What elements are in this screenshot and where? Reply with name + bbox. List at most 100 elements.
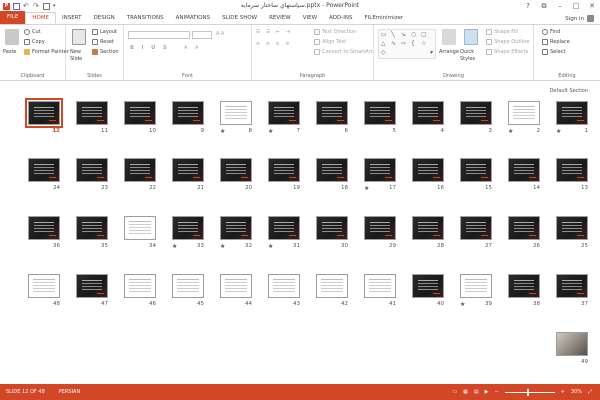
slide-preview[interactable] xyxy=(556,158,588,182)
zoom-out-icon[interactable]: − xyxy=(494,389,498,395)
slide-preview[interactable] xyxy=(508,101,540,125)
tab-view[interactable]: VIEW xyxy=(297,13,323,24)
tab-home[interactable]: HOME xyxy=(25,12,57,24)
align-buttons[interactable]: ≡ ≡ ≡ ≡ xyxy=(256,41,292,47)
slide-thumbnail[interactable]: 5 xyxy=(364,101,396,134)
text-direction-button[interactable]: Text Direction xyxy=(314,29,356,35)
zoom-in-icon[interactable]: + xyxy=(561,389,565,395)
find-button[interactable]: Find xyxy=(542,29,560,35)
slide-thumbnail[interactable]: 6 xyxy=(316,101,348,134)
slide-preview[interactable] xyxy=(508,158,540,182)
slide-thumbnail[interactable]: ★ 33 xyxy=(172,216,204,250)
tab-insert[interactable]: INSERT xyxy=(56,13,87,24)
freeform-shape-icon[interactable]: ∿ xyxy=(391,40,396,47)
ribbon-display-button[interactable]: ⧉ xyxy=(536,0,552,12)
slide-preview[interactable] xyxy=(460,101,492,125)
shape-outline-button[interactable]: Shape Outline xyxy=(486,39,529,45)
replace-button[interactable]: Replace xyxy=(542,39,570,45)
slide-thumbnail[interactable]: 12 xyxy=(25,98,63,134)
slide-thumbnail[interactable]: 24 xyxy=(28,158,60,191)
slide-preview[interactable] xyxy=(556,332,588,356)
slide-preview[interactable] xyxy=(76,101,108,125)
slide-preview[interactable] xyxy=(412,158,444,182)
list-buttons[interactable]: ☰ ☰ ⇤ ⇥ xyxy=(256,29,292,35)
font-name-field[interactable] xyxy=(128,31,190,39)
slide-preview[interactable] xyxy=(172,274,204,298)
slide-sorter[interactable]: Default Section ★ 1 ★ 2 3 4 5 6 ★ 7 ★ 8 9 10 11 12 13 14 1… xyxy=(0,82,600,384)
start-slideshow-icon[interactable] xyxy=(43,2,50,10)
slide-preview[interactable] xyxy=(556,101,588,125)
slide-thumbnail[interactable]: 4 xyxy=(412,101,444,134)
slide-thumbnail[interactable]: 40 xyxy=(412,274,444,307)
slide-thumbnail[interactable]: 22 xyxy=(124,158,156,191)
callout-shape-icon[interactable]: ◇ xyxy=(381,49,386,56)
paste-icon[interactable] xyxy=(5,29,19,45)
slide-thumbnail[interactable]: 49 xyxy=(556,332,588,365)
new-slide-button[interactable]: New Slide xyxy=(70,49,92,63)
fit-to-window-icon[interactable]: ⤢ xyxy=(588,389,592,395)
shape-effects-button[interactable]: Shape Effects xyxy=(486,49,528,55)
slide-preview[interactable] xyxy=(556,216,588,240)
slide-thumbnail[interactable]: 43 xyxy=(268,274,300,307)
slide-preview[interactable] xyxy=(412,274,444,298)
slide-preview[interactable] xyxy=(220,274,252,298)
sign-in-label[interactable]: Sign in xyxy=(565,16,584,22)
slide-thumbnail[interactable]: 23 xyxy=(76,158,108,191)
slide-preview[interactable] xyxy=(460,274,492,298)
slideshow-view-icon[interactable]: ▶ xyxy=(485,389,489,395)
slide-sorter-view-icon[interactable]: ▦ xyxy=(463,389,468,395)
slide-thumbnail[interactable]: 38 xyxy=(508,274,540,307)
oval-shape-icon[interactable]: ○ xyxy=(411,31,416,38)
slide-preview[interactable] xyxy=(268,158,300,182)
slide-thumbnail[interactable]: 20 xyxy=(220,158,252,191)
slide-thumbnail[interactable]: 27 xyxy=(460,216,492,249)
slide-thumbnail[interactable]: 41 xyxy=(364,274,396,307)
new-slide-icon[interactable] xyxy=(72,29,86,45)
slide-thumbnail[interactable]: ★ 39 xyxy=(460,274,492,308)
slide-thumbnail[interactable]: 36 xyxy=(28,216,60,249)
brace-shape-icon[interactable]: { xyxy=(411,40,415,47)
tab-file[interactable]: FILE xyxy=(0,11,26,24)
slide-thumbnail[interactable]: ★ 31 xyxy=(268,216,300,250)
tab-review[interactable]: REVIEW xyxy=(263,13,297,24)
slide-thumbnail[interactable]: 30 xyxy=(316,216,348,249)
slide-thumbnail[interactable]: 46 xyxy=(124,274,156,307)
slide-thumbnail[interactable]: 18 xyxy=(316,158,348,191)
undo-icon[interactable]: ↶ xyxy=(23,2,30,10)
tab-slide-show[interactable]: SLIDE SHOW xyxy=(216,13,263,24)
slide-preview[interactable] xyxy=(316,274,348,298)
select-button[interactable]: Select xyxy=(542,49,565,55)
slide-preview[interactable] xyxy=(364,274,396,298)
tab-animations[interactable]: ANIMATIONS xyxy=(170,13,217,24)
slide-thumbnail[interactable]: 42 xyxy=(316,274,348,307)
slide-thumbnail[interactable]: ★ 7 xyxy=(268,101,300,135)
slide-preview[interactable] xyxy=(364,216,396,240)
slide-thumbnail[interactable]: 19 xyxy=(268,158,300,191)
slide-preview[interactable] xyxy=(76,274,108,298)
slide-thumbnail[interactable]: 9 xyxy=(172,101,204,134)
slide-preview[interactable] xyxy=(220,101,252,125)
shapes-gallery[interactable]: ▭ ╲ ↘ ○ ▢ △ ∿ ⇨ { ☆ ◇ ▾ xyxy=(378,29,436,59)
slide-preview[interactable] xyxy=(76,216,108,240)
slide-preview[interactable] xyxy=(172,158,204,182)
slide-preview[interactable] xyxy=(124,216,156,240)
more-shapes-icon[interactable]: ▾ xyxy=(430,49,433,56)
slide-preview[interactable] xyxy=(268,101,300,125)
slide-thumbnail[interactable]: ★ 17 xyxy=(364,158,396,192)
tab-fileminimizer[interactable]: FILEminimizer xyxy=(358,13,409,24)
format-painter-button[interactable]: Format Painter xyxy=(24,49,69,55)
slide-thumbnail[interactable]: 16 xyxy=(412,158,444,191)
slide-preview[interactable] xyxy=(460,158,492,182)
right-arrow-shape-icon[interactable]: ⇨ xyxy=(401,40,406,47)
normal-view-icon[interactable]: ▭ xyxy=(452,389,457,395)
quick-styles-icon[interactable] xyxy=(464,29,478,45)
slide-preview[interactable] xyxy=(508,274,540,298)
close-button[interactable]: ✕ xyxy=(584,0,600,12)
quick-styles-button[interactable]: Quick Styles xyxy=(460,49,482,63)
zoom-slider[interactable] xyxy=(504,388,555,396)
slide-preview[interactable] xyxy=(556,274,588,298)
slide-preview[interactable] xyxy=(412,216,444,240)
slide-thumbnail[interactable]: 13 xyxy=(556,158,588,191)
paste-button[interactable]: Paste xyxy=(3,49,17,55)
copy-button[interactable]: Copy xyxy=(24,39,45,45)
